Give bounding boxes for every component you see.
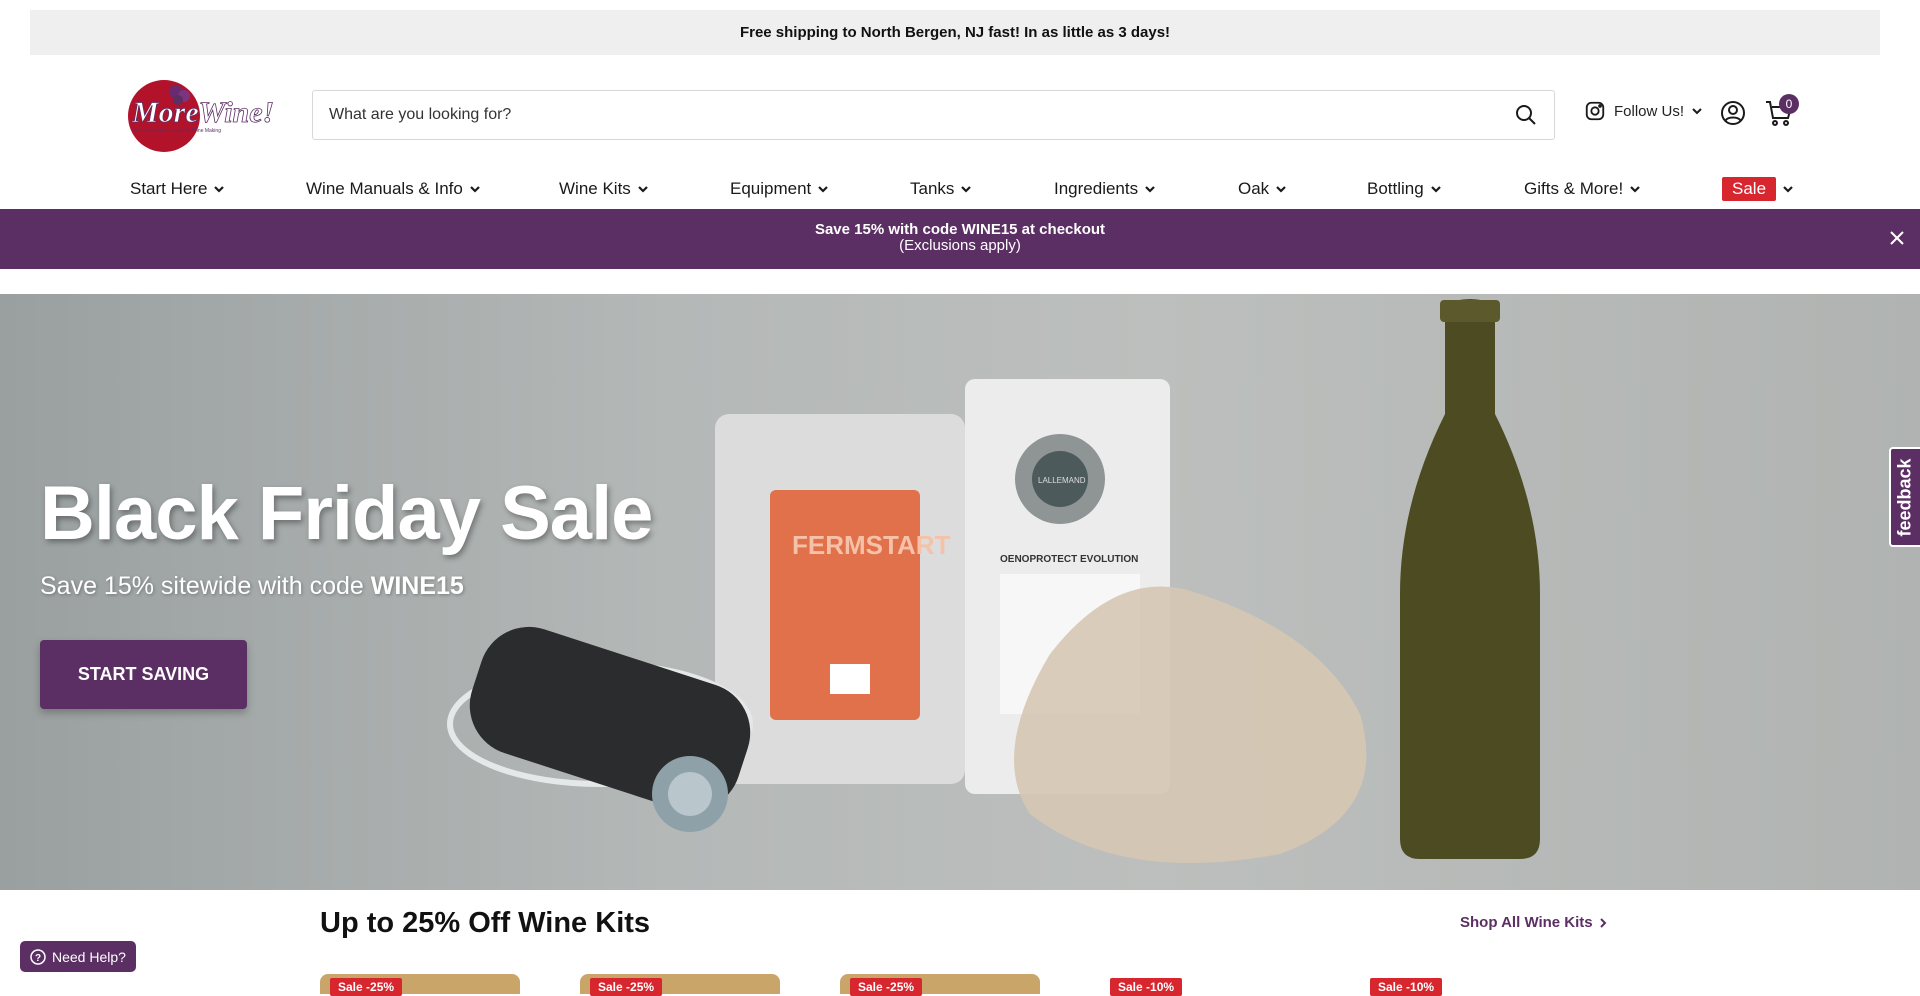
site-header: MoreWine! Absolutely Everything! for Win… [0, 62, 1920, 167]
nav-item-label: Gifts & More! [1524, 179, 1624, 198]
follow-us-dropdown[interactable]: Follow Us! [1584, 100, 1702, 122]
section-title: Up to 25% Off Wine Kits [320, 907, 651, 939]
hero-subtitle-text: Save 15% sitewide with code [40, 572, 371, 600]
chevron-right-icon [1599, 917, 1607, 928]
hero-title: Black Friday Sale [40, 471, 653, 556]
nav-item-oak[interactable]: Oak [1238, 176, 1287, 202]
nav-item-gifts[interactable]: Gifts & More! [1524, 176, 1641, 202]
nav-item-label: Wine Kits [559, 179, 631, 198]
nav-item-label: Tanks [910, 179, 955, 198]
promo-banner: Save 15% with code WINE15 at checkout (E… [0, 209, 1920, 269]
shop-all-label: Shop All Wine Kits [1460, 914, 1593, 931]
nav-item-ingredients[interactable]: Ingredients [1054, 176, 1156, 202]
chevron-down-icon [470, 186, 480, 193]
chevron-down-icon [1692, 108, 1702, 115]
chevron-down-icon [214, 186, 225, 193]
account-icon[interactable] [1720, 100, 1746, 126]
sale-badge: Sale [1722, 177, 1777, 201]
product-card[interactable]: Sale -10% [1360, 970, 1580, 996]
nav-item-start-here[interactable]: Start Here [130, 176, 225, 202]
promo-line-1: Save 15% with code WINE15 at checkout [814, 221, 1106, 238]
sale-badge: Sale -10% [1370, 978, 1443, 996]
search-input[interactable] [329, 106, 1514, 124]
nav-item-wine-manuals[interactable]: Wine Manuals & Info [306, 176, 481, 202]
chevron-down-icon [1783, 186, 1793, 193]
search-icon[interactable] [1514, 103, 1538, 127]
nav-item-tanks[interactable]: Tanks [910, 176, 972, 202]
shipping-announcement-bar: Free shipping to North Bergen, NJ fast! … [30, 10, 1880, 55]
morewine-logo[interactable]: MoreWine! Absolutely Everything! for Win… [128, 78, 283, 154]
nav-item-label: Oak [1238, 179, 1270, 198]
sale-badge: Sale -25% [850, 978, 923, 996]
instagram-icon [1585, 101, 1605, 121]
main-navigation: Start Here Wine Manuals & Info Wine Kits… [0, 170, 1920, 210]
chevron-down-icon [1430, 186, 1441, 193]
chevron-down-icon [1276, 186, 1286, 193]
chevron-down-icon [961, 186, 972, 193]
nav-item-bottling[interactable]: Bottling [1367, 176, 1442, 202]
chevron-down-icon [1630, 186, 1640, 193]
yeast-pack2-sub: OENOPROTECT EVOLUTION [1000, 554, 1138, 565]
product-card[interactable]: Sale -25% [320, 970, 540, 996]
close-icon[interactable] [1888, 229, 1906, 247]
nav-item-label: Bottling [1367, 179, 1424, 198]
chevron-down-icon [638, 186, 648, 193]
hero-promo-code: WINE15 [370, 572, 464, 600]
feedback-tab[interactable]: feedback [1889, 447, 1920, 547]
hero-banner: FERMSTART LALLEMAND OENOPROTECT EVOLUTIO… [0, 294, 1920, 890]
nav-item-label: Start Here [130, 179, 208, 198]
yeast-pack2-label: LALLEMAND [1038, 476, 1086, 485]
need-help-label: Need Help? [52, 948, 126, 965]
chevron-down-icon [818, 186, 829, 193]
logo-tagline: Absolutely Everything! for Wine Making [134, 128, 221, 134]
svg-text:?: ? [35, 953, 41, 964]
nav-item-label: Ingredients [1054, 179, 1139, 198]
product-carousel: Sale -25% Sale -25% Sale -25% Sale -10% … [320, 970, 1620, 996]
shipping-announcement-text: Free shipping to North Bergen, NJ fast! … [739, 24, 1171, 41]
sale-badge: Sale -25% [590, 978, 663, 996]
sale-badge: Sale -25% [330, 978, 403, 996]
nav-item-wine-kits[interactable]: Wine Kits [559, 176, 649, 202]
need-help-button[interactable]: ? Need Help? [20, 941, 136, 972]
product-card[interactable]: Sale -10% [1100, 970, 1320, 996]
nav-item-label: Wine Manuals & Info [306, 179, 463, 198]
chevron-down-icon [1145, 186, 1155, 193]
follow-us-label: Follow Us! [1614, 102, 1685, 120]
question-icon: ? [30, 948, 46, 965]
logo-text: MoreWine! [131, 96, 274, 129]
start-saving-button[interactable]: START SAVING [40, 640, 247, 709]
nav-item-equipment[interactable]: Equipment [730, 176, 829, 202]
cart-count-badge: 0 [1779, 94, 1799, 114]
product-card[interactable]: Sale -25% [580, 970, 800, 996]
shop-all-wine-kits-link[interactable]: Shop All Wine Kits [1460, 914, 1607, 931]
product-card[interactable]: Sale -25% [840, 970, 1060, 996]
search-bar[interactable] [312, 90, 1555, 140]
feedback-label: feedback [1895, 457, 1916, 537]
yeast-pack-label: FERMSTART [792, 530, 951, 560]
nav-item-sale[interactable]: Sale [1722, 176, 1794, 202]
nav-item-label: Equipment [730, 179, 812, 198]
hero-subtitle: Save 15% sitewide with code WINE15 [40, 572, 464, 601]
promo-line-2: (Exclusions apply) [899, 237, 1021, 254]
sale-badge: Sale -10% [1110, 978, 1183, 996]
